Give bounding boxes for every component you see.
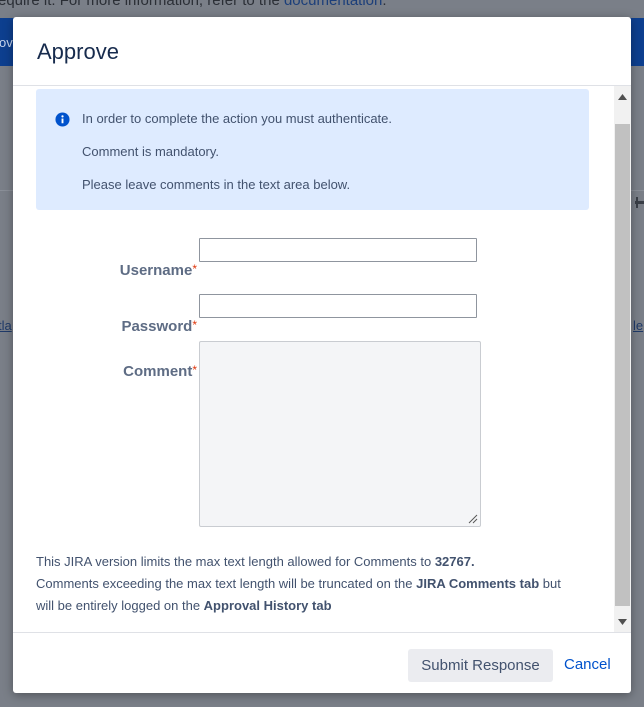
info-line-authenticate: In order to complete the action you must… — [82, 111, 393, 126]
limit-line-1: This JIRA version limits the max text le… — [36, 554, 475, 569]
dialog-header: Approve — [13, 17, 631, 86]
comment-textarea[interactable] — [199, 341, 481, 527]
background-documentation-link: documentation — [283, 0, 383, 9]
dialog-body: In order to complete the action you must… — [13, 86, 631, 632]
jira-comments-tab-label: JIRA Comments tab — [416, 576, 540, 591]
dialog-footer: Submit Response Cancel — [13, 632, 631, 693]
background-right-fragment: le — [633, 318, 644, 333]
chevron-down-icon — [618, 618, 627, 625]
password-input[interactable] — [199, 294, 477, 318]
limit-line-3: will be entirely logged on the Approval … — [36, 598, 332, 613]
dialog-title: Approve — [37, 39, 119, 64]
cancel-link[interactable]: Cancel — [564, 656, 611, 673]
scroll-down-button[interactable] — [614, 613, 631, 630]
approve-dialog: Approve In order to complete the action … — [13, 17, 631, 693]
chevron-up-icon — [618, 93, 627, 100]
info-icon — [55, 112, 70, 127]
dialog-scrollbar[interactable] — [614, 86, 631, 632]
info-line-mandatory: Comment is mandatory. — [82, 144, 220, 159]
background-bar-fragment: ov — [0, 35, 13, 50]
scroll-up-button[interactable] — [614, 88, 631, 105]
username-input[interactable] — [199, 238, 477, 262]
approval-history-tab-label: Approval History tab — [203, 598, 332, 613]
limit-line-2: Comments exceeding the max text length w… — [36, 576, 561, 591]
background-notice: equire it. For more information, refer t… — [0, 0, 387, 9]
username-label: Username* — [119, 262, 197, 279]
max-length-value: 32767. — [434, 554, 475, 569]
pin-icon — [635, 197, 644, 208]
password-required-marker: * — [192, 318, 197, 332]
username-required-marker: * — [192, 262, 197, 276]
comment-required-marker: * — [192, 363, 197, 377]
password-label: Password* — [121, 318, 197, 335]
info-line-instructions: Please leave comments in the text area b… — [82, 177, 351, 192]
submit-response-button[interactable]: Submit Response — [408, 649, 553, 682]
background-left-fragment: tla — [0, 318, 12, 333]
info-message: In order to complete the action you must… — [36, 89, 589, 210]
comment-label: Comment* — [123, 363, 197, 380]
resize-grip-icon[interactable] — [468, 514, 478, 524]
scroll-thumb[interactable] — [615, 124, 630, 606]
